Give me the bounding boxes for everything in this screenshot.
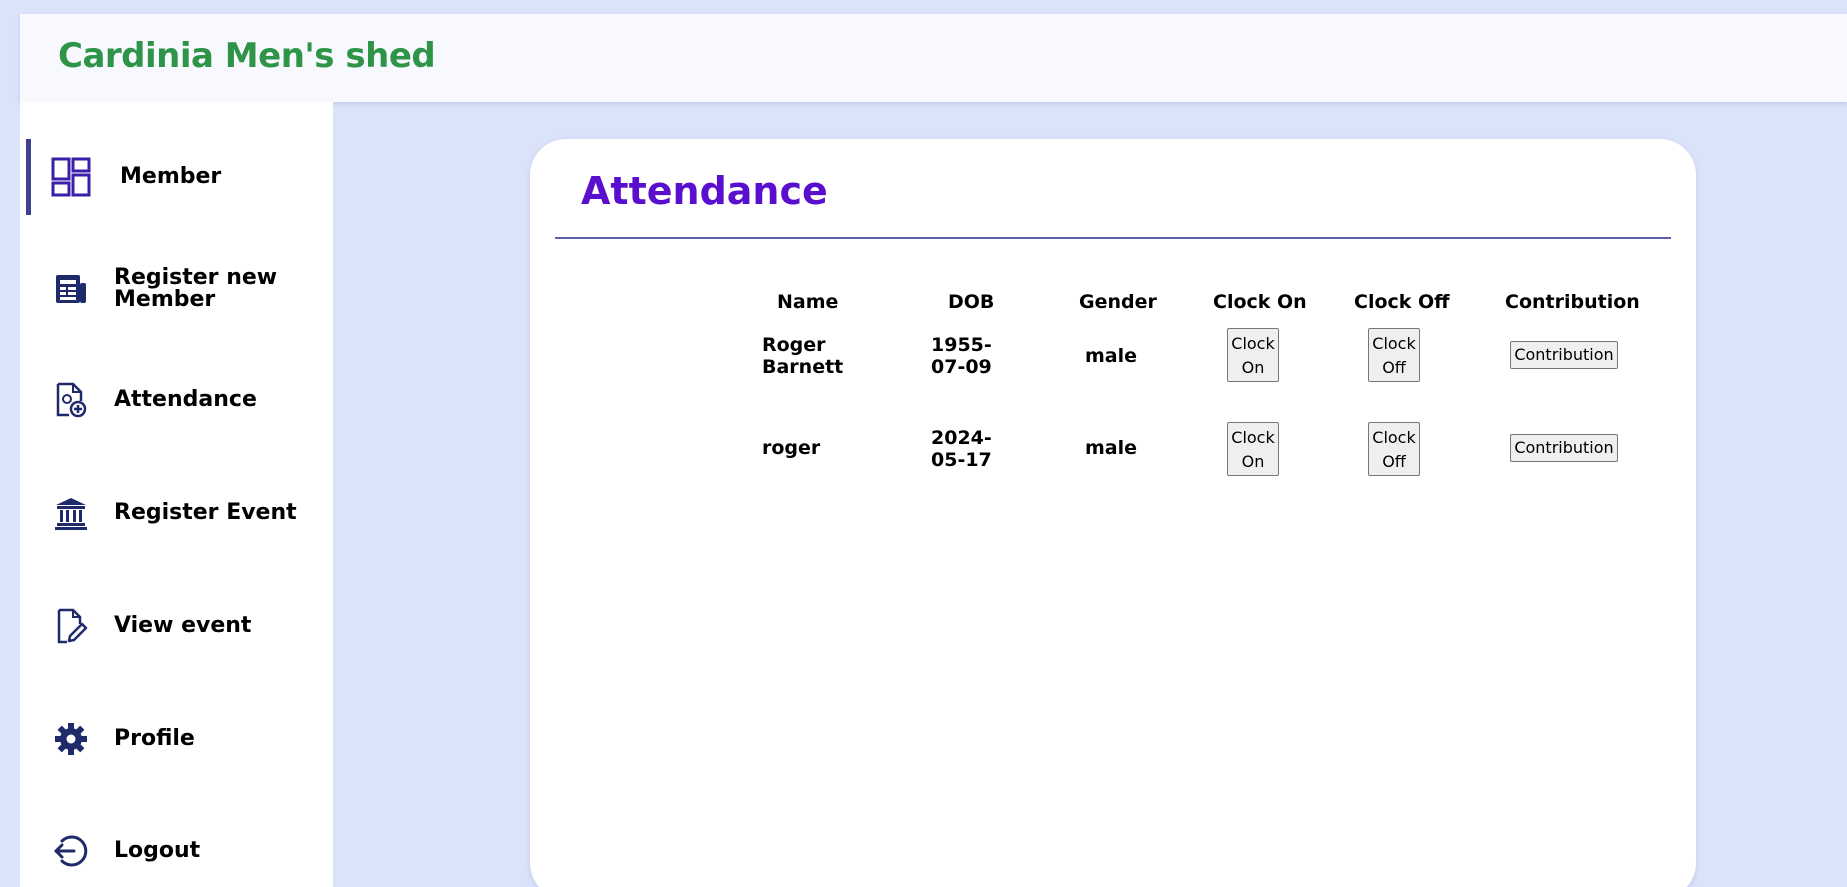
clock-on-button[interactable]: Clock On xyxy=(1227,422,1279,476)
sidebar-item-logout[interactable]: Logout xyxy=(20,813,333,887)
cell-dob: 1955-07-09 xyxy=(931,334,992,378)
clock-off-button[interactable]: Clock Off xyxy=(1368,328,1420,382)
clock-on-button[interactable]: Clock On xyxy=(1227,328,1279,382)
sidebar-item-label: Register Event xyxy=(114,500,297,525)
sidebar-item-label: View event xyxy=(114,613,252,638)
cell-gender: male xyxy=(1085,437,1138,459)
page-title: Attendance xyxy=(581,169,828,213)
column-header-clock-off: Clock Off xyxy=(1354,291,1450,313)
title-divider xyxy=(555,237,1671,239)
cell-gender: male xyxy=(1085,345,1138,367)
attendance-card: Attendance Name DOB Gender Clock On Cloc… xyxy=(530,139,1696,887)
sidebar-item-profile[interactable]: Profile xyxy=(20,701,333,777)
dashboard-grid-icon xyxy=(50,156,92,198)
sidebar-item-member[interactable]: Member xyxy=(20,139,333,215)
sidebar-item-label: Logout xyxy=(114,838,201,863)
sidebar-item-label: Register new Member xyxy=(114,265,278,312)
top-header: Cardinia Men's shed xyxy=(20,14,1847,102)
sidebar-item-label: Attendance xyxy=(114,387,257,412)
gear-icon xyxy=(50,718,92,760)
column-header-contribution: Contribution xyxy=(1505,291,1640,313)
sidebar-item-attendance[interactable]: Attendance xyxy=(20,362,333,438)
brand-title: Cardinia Men's shed xyxy=(58,36,436,76)
document-add-icon xyxy=(50,379,92,421)
sidebar-item-register-member[interactable]: Register new Member xyxy=(20,251,333,327)
newspaper-icon xyxy=(50,268,92,310)
column-header-name: Name xyxy=(777,291,839,313)
column-header-gender: Gender xyxy=(1079,291,1157,313)
contribution-button[interactable]: Contribution xyxy=(1510,434,1618,462)
logout-icon xyxy=(50,830,92,872)
document-edit-icon xyxy=(50,605,92,647)
bank-building-icon xyxy=(50,492,92,534)
sidebar-item-view-event[interactable]: View event xyxy=(20,588,333,664)
sidebar: Member Register new Member Attendance Re… xyxy=(20,102,333,887)
app-window: Cardinia Men's shed Member Register new … xyxy=(0,0,1847,887)
cell-name: Roger Barnett xyxy=(762,334,844,378)
column-header-dob: DOB xyxy=(948,291,995,313)
sidebar-item-label: Member xyxy=(120,164,222,189)
cell-name: roger xyxy=(762,437,821,459)
cell-dob: 2024-05-17 xyxy=(931,427,992,471)
clock-off-button[interactable]: Clock Off xyxy=(1368,422,1420,476)
contribution-button[interactable]: Contribution xyxy=(1510,341,1618,369)
sidebar-item-label: Profile xyxy=(114,726,195,751)
sidebar-item-register-event[interactable]: Register Event xyxy=(20,475,333,551)
column-header-clock-on: Clock On xyxy=(1213,291,1307,313)
